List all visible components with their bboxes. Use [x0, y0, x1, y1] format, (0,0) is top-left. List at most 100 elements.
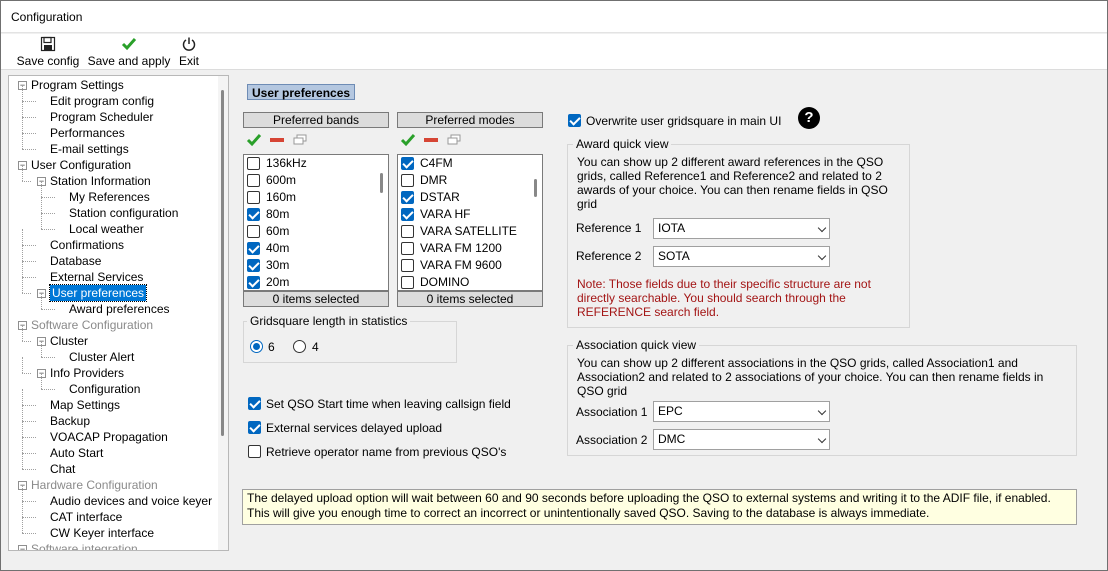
tree-item[interactable]: E-mail settings: [50, 141, 129, 157]
tree-connector: [22, 101, 23, 117]
item-checkbox[interactable]: [401, 276, 414, 289]
item-checkbox[interactable]: [247, 242, 260, 255]
tree-item[interactable]: Confirmations: [50, 237, 124, 253]
item-checkbox[interactable]: [401, 225, 414, 238]
item-checkbox[interactable]: [247, 259, 260, 272]
item-checkbox[interactable]: [247, 191, 260, 204]
item-checkbox[interactable]: [247, 276, 260, 289]
option-checkbox[interactable]: [248, 445, 261, 458]
list-item[interactable]: VARA FM 9600: [401, 257, 502, 274]
tree-item[interactable]: Award preferences: [69, 301, 170, 317]
tree-item[interactable]: Auto Start: [50, 445, 103, 461]
tree-connector: [22, 149, 36, 150]
windows-icon[interactable]: [447, 134, 461, 149]
item-checkbox[interactable]: [401, 208, 414, 221]
bands-scrollbar[interactable]: [374, 155, 388, 290]
tree-item[interactable]: Backup: [50, 413, 90, 429]
gridsquare-4-radio[interactable]: [293, 340, 306, 353]
modes-scrollbar[interactable]: [528, 155, 542, 290]
item-checkbox[interactable]: [247, 208, 260, 221]
tree-item[interactable]: Info Providers: [50, 365, 124, 381]
overwrite-gridsquare-checkbox[interactable]: [568, 114, 581, 127]
info-box: The delayed upload option will wait betw…: [242, 489, 1077, 525]
item-checkbox[interactable]: [401, 242, 414, 255]
option-checkbox[interactable]: [248, 421, 261, 434]
tree-item[interactable]: Station Information: [50, 173, 151, 189]
item-label: 600m: [266, 173, 297, 187]
tree-item[interactable]: Configuration: [69, 381, 140, 397]
list-item[interactable]: DOMINO: [401, 274, 469, 290]
tree-item[interactable]: External Services: [50, 269, 143, 285]
tree-item[interactable]: CW Keyer interface: [50, 525, 154, 541]
gridsquare-6-radio[interactable]: [250, 340, 263, 353]
option-checkbox[interactable]: [248, 397, 261, 410]
check-all-icon[interactable]: [400, 133, 416, 150]
reference2-select[interactable]: SOTA: [653, 246, 830, 267]
item-checkbox[interactable]: [401, 174, 414, 187]
tree-connector: [22, 277, 23, 293]
tree-item[interactable]: Program Scheduler: [50, 109, 153, 125]
tree-scroll-thumb[interactable]: [221, 90, 224, 436]
item-checkbox[interactable]: [247, 225, 260, 238]
list-item[interactable]: VARA SATELLITE: [401, 223, 517, 240]
bands-scroll-thumb[interactable]: [380, 173, 383, 193]
item-checkbox[interactable]: [247, 157, 260, 170]
association1-select[interactable]: EPC: [653, 401, 830, 422]
tree-item[interactable]: User preferences: [48, 284, 148, 302]
collapse-toggle-icon[interactable]: −: [18, 545, 27, 550]
tree-item[interactable]: Database: [50, 253, 101, 269]
uncheck-all-icon[interactable]: [424, 138, 438, 142]
tree-item[interactable]: VOACAP Propagation: [50, 429, 168, 445]
uncheck-all-icon[interactable]: [270, 138, 284, 142]
check-all-icon[interactable]: [246, 133, 262, 150]
list-item[interactable]: VARA FM 1200: [401, 240, 502, 257]
list-item[interactable]: 40m: [247, 240, 289, 257]
association2-select[interactable]: DMC: [653, 429, 830, 450]
list-item[interactable]: 20m: [247, 274, 289, 290]
help-icon[interactable]: ?: [798, 107, 820, 129]
tree-item[interactable]: My References: [69, 189, 150, 205]
tree-item[interactable]: Cluster: [50, 333, 88, 349]
tree-connector: [41, 309, 55, 310]
list-item[interactable]: 60m: [247, 223, 289, 240]
list-item[interactable]: VARA HF: [401, 206, 470, 223]
windows-icon[interactable]: [293, 134, 307, 149]
item-label: 160m: [266, 190, 297, 204]
tree-scrollbar[interactable]: [218, 76, 228, 550]
tree-item[interactable]: Audio devices and voice keyer: [50, 493, 212, 509]
tree-item[interactable]: Map Settings: [50, 397, 120, 413]
item-checkbox[interactable]: [401, 157, 414, 170]
list-item[interactable]: C4FM: [401, 155, 453, 172]
item-checkbox[interactable]: [401, 259, 414, 272]
list-item[interactable]: DMR: [401, 172, 447, 189]
tree-item[interactable]: Program Settings: [31, 77, 124, 93]
list-item[interactable]: 136kHz: [247, 155, 307, 172]
list-item[interactable]: 600m: [247, 172, 296, 189]
item-checkbox[interactable]: [247, 174, 260, 187]
list-item[interactable]: 160m: [247, 189, 296, 206]
modes-listbox[interactable]: C4FM DMR DSTAR VARA HF VARA SATELLITE VARA FM…: [397, 154, 543, 291]
settings-tree[interactable]: − Program Settings Edit program config Prog…: [8, 75, 229, 551]
save-config-button[interactable]: Save config: [15, 34, 81, 70]
item-checkbox[interactable]: [401, 191, 414, 204]
list-item[interactable]: 80m: [247, 206, 289, 223]
tree-item[interactable]: Performances: [50, 125, 125, 141]
tree-item[interactable]: Local weather: [69, 221, 144, 237]
tree-item[interactable]: Edit program config: [50, 93, 154, 109]
tree-item[interactable]: Cluster Alert: [69, 349, 134, 365]
modes-scroll-thumb[interactable]: [534, 179, 537, 197]
item-label: VARA FM 1200: [420, 241, 502, 255]
tree-item[interactable]: User Configuration: [31, 157, 131, 173]
list-item[interactable]: DSTAR: [401, 189, 460, 206]
tree-item[interactable]: Chat: [50, 461, 75, 477]
exit-button[interactable]: Exit: [177, 34, 201, 70]
tree-item[interactable]: Software Configuration: [31, 317, 153, 333]
tree-item[interactable]: Hardware Configuration: [31, 477, 158, 493]
tree-item[interactable]: Software integration: [31, 541, 138, 550]
list-item[interactable]: 30m: [247, 257, 289, 274]
reference1-select[interactable]: IOTA: [653, 218, 830, 239]
save-and-apply-button[interactable]: Save and apply: [87, 34, 171, 70]
bands-listbox[interactable]: 136kHz 600m 160m 80m 60m 40m 30m 20m: [243, 154, 389, 291]
tree-item[interactable]: CAT interface: [50, 509, 122, 525]
tree-item[interactable]: Station configuration: [69, 205, 178, 221]
